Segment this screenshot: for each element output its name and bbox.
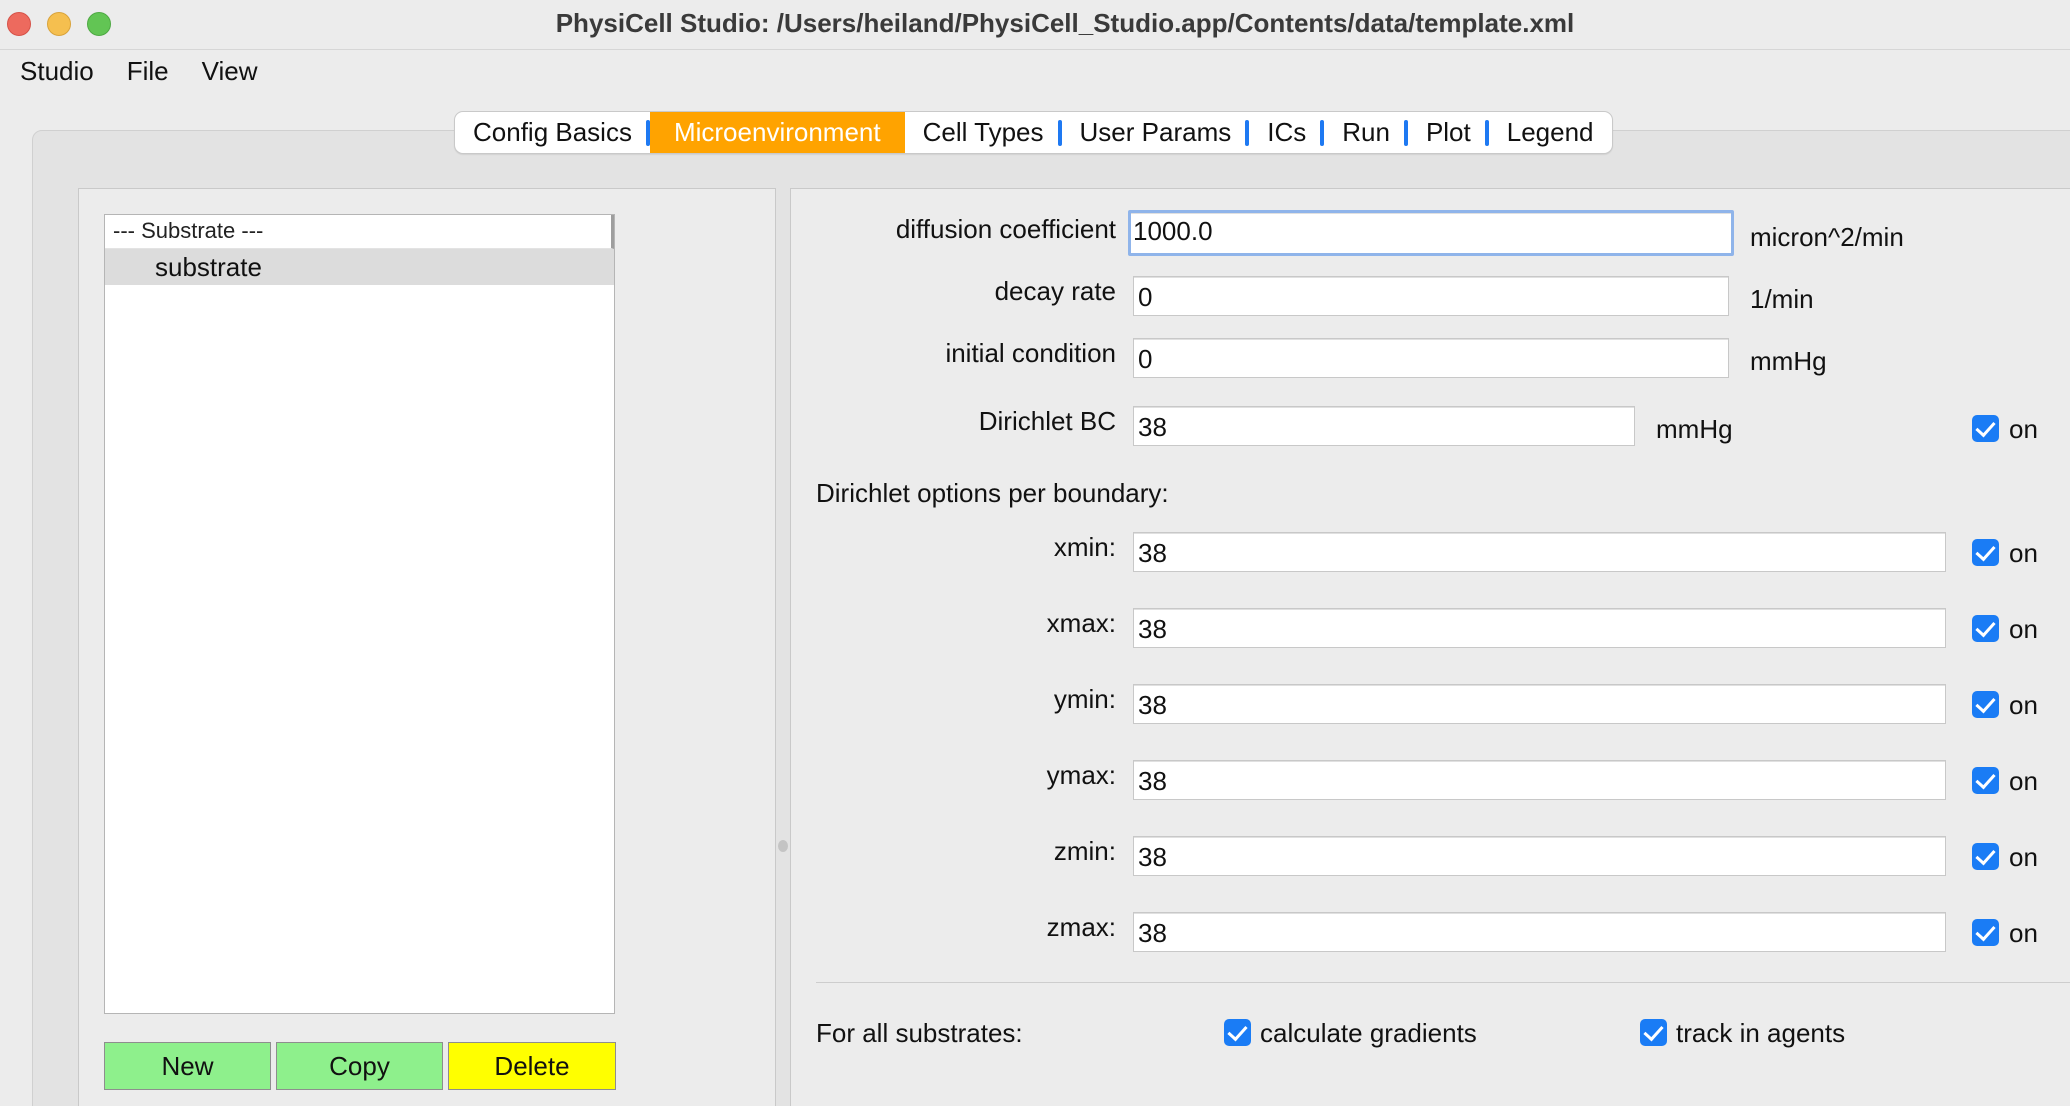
- xmax-checkbox-label: on: [2009, 614, 2038, 644]
- tab-label: Plot: [1425, 117, 1471, 147]
- tab-ics[interactable]: ICs: [1249, 112, 1325, 153]
- initial-condition-label: initial condition: [945, 338, 1116, 368]
- track-in-agents-label: track in agents: [1676, 1018, 1846, 1048]
- zmin-input[interactable]: 38: [1133, 836, 1946, 876]
- tab-label: User Params: [1079, 117, 1232, 147]
- copy-substrate-button[interactable]: Copy: [276, 1042, 443, 1090]
- tab-legend[interactable]: Legend: [1489, 112, 1612, 153]
- tab-label: Cell Types: [922, 117, 1044, 147]
- menu-bar: Studio File View: [0, 52, 271, 98]
- xmax-checkbox[interactable]: [1972, 615, 1999, 642]
- new-substrate-button[interactable]: New: [104, 1042, 271, 1090]
- tab-label: Legend: [1506, 117, 1594, 147]
- zmin-checkbox-label: on: [2009, 842, 2038, 872]
- substrate-list[interactable]: --- Substrate --- substrate: [104, 214, 615, 1014]
- dirichlet-bc-label: Dirichlet BC: [978, 406, 1116, 436]
- title-bar: PhysiCell Studio: /Users/heiland/PhysiCe…: [0, 0, 2070, 50]
- xmin-checkbox[interactable]: [1972, 539, 1999, 566]
- tab-label: ICs: [1267, 117, 1307, 147]
- tab-config-basics[interactable]: Config Basics: [455, 112, 650, 153]
- dirichlet-bc-unit: mmHg: [1656, 414, 1733, 444]
- diffusion-coefficient-unit: micron^2/min: [1750, 222, 1904, 252]
- ymax-input[interactable]: 38: [1133, 760, 1946, 800]
- tab-microenvironment[interactable]: Microenvironment: [649, 112, 905, 153]
- zmin-checkbox[interactable]: [1972, 843, 1999, 870]
- xmin-label: xmin:: [1053, 532, 1116, 562]
- delete-substrate-button[interactable]: Delete: [448, 1042, 616, 1090]
- tab-bar: Config Basics Microenvironment Cell Type…: [454, 111, 1613, 154]
- substrate-list-header: --- Substrate ---: [105, 215, 614, 249]
- ymax-checkbox[interactable]: [1972, 767, 1999, 794]
- substrate-list-item[interactable]: substrate: [105, 249, 614, 285]
- initial-condition-input[interactable]: 0: [1133, 338, 1729, 378]
- xmax-input[interactable]: 38: [1133, 608, 1946, 648]
- ymax-checkbox-label: on: [2009, 766, 2038, 796]
- ymax-label: ymax:: [1046, 760, 1116, 790]
- diffusion-coefficient-label: diffusion coefficient: [895, 214, 1116, 244]
- ymin-checkbox-label: on: [2009, 690, 2038, 720]
- window-title: PhysiCell Studio: /Users/heiland/PhysiCe…: [555, 8, 1575, 38]
- tab-user-params[interactable]: User Params: [1062, 112, 1250, 153]
- track-in-agents-checkbox[interactable]: [1640, 1019, 1667, 1046]
- zmax-label: zmax:: [1046, 912, 1116, 942]
- zmax-checkbox-label: on: [2009, 918, 2038, 948]
- calculate-gradients-checkbox[interactable]: [1224, 1019, 1251, 1046]
- tab-label: Run: [1342, 117, 1390, 147]
- tab-cell-types[interactable]: Cell Types: [905, 112, 1062, 153]
- ymin-input[interactable]: 38: [1133, 684, 1946, 724]
- xmin-checkbox-label: on: [2009, 538, 2038, 568]
- section-divider: [816, 982, 2070, 983]
- ymin-checkbox[interactable]: [1972, 691, 1999, 718]
- dirichlet-bc-checkbox-label: on: [2009, 414, 2038, 444]
- menu-file[interactable]: File: [107, 52, 182, 98]
- ymin-label: ymin:: [1053, 684, 1116, 714]
- menu-studio[interactable]: Studio: [0, 52, 107, 98]
- decay-rate-unit: 1/min: [1750, 284, 1814, 314]
- tab-label: Config Basics: [473, 117, 632, 147]
- diffusion-coefficient-input[interactable]: 1000.0: [1128, 210, 1734, 256]
- initial-condition-unit: mmHg: [1750, 346, 1827, 376]
- dirichlet-options-heading: Dirichlet options per boundary:: [816, 478, 1169, 508]
- splitter-handle[interactable]: [778, 840, 788, 852]
- xmax-label: xmax:: [1046, 608, 1116, 638]
- all-substrates-label: For all substrates:: [816, 1018, 1023, 1048]
- xmin-input[interactable]: 38: [1133, 532, 1946, 572]
- dirichlet-bc-checkbox[interactable]: [1972, 415, 1999, 442]
- dirichlet-bc-input[interactable]: 38: [1133, 406, 1635, 446]
- tab-label: Microenvironment: [673, 117, 881, 147]
- decay-rate-input[interactable]: 0: [1133, 276, 1729, 316]
- decay-rate-label: decay rate: [994, 276, 1116, 306]
- tab-plot[interactable]: Plot: [1408, 112, 1489, 153]
- zmax-input[interactable]: 38: [1133, 912, 1946, 952]
- zmin-label: zmin:: [1053, 836, 1116, 866]
- calculate-gradients-label: calculate gradients: [1260, 1018, 1477, 1048]
- menu-view[interactable]: View: [182, 52, 271, 98]
- zmax-checkbox[interactable]: [1972, 919, 1999, 946]
- tab-run[interactable]: Run: [1324, 112, 1408, 153]
